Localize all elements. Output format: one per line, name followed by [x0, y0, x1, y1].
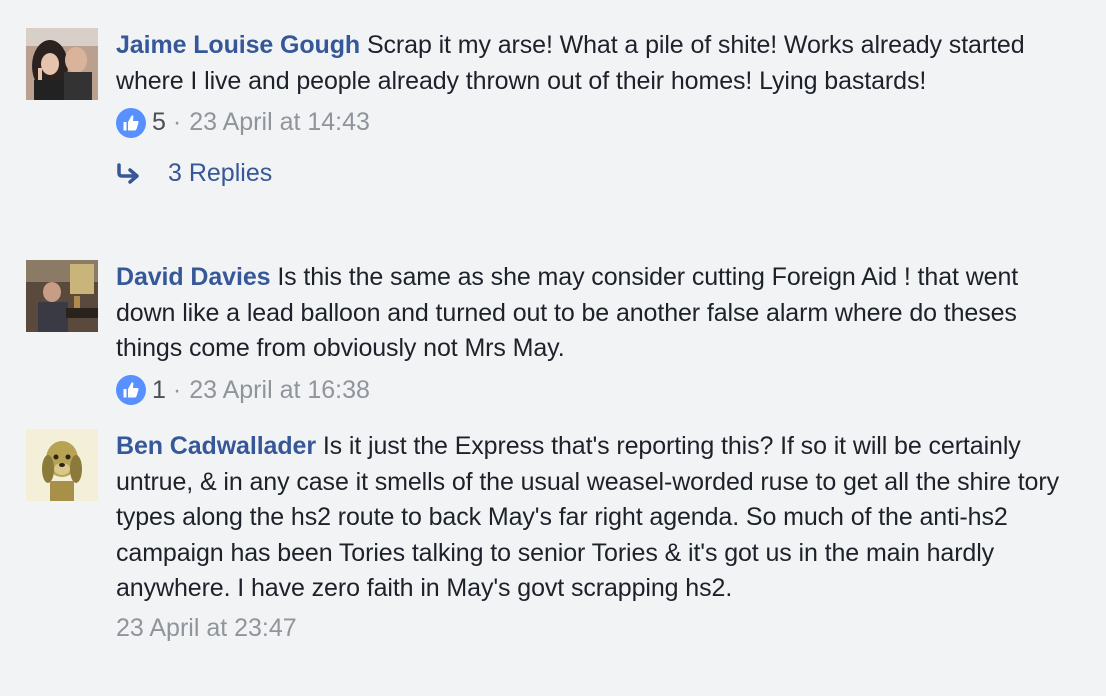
comment-author-link[interactable]: Jaime Louise Gough — [116, 31, 360, 59]
comment-text-block: David Davies Is this the same as she may… — [116, 260, 1076, 367]
like-icon[interactable] — [116, 375, 146, 405]
avatar-photo — [26, 260, 98, 332]
separator-dot: · — [172, 108, 182, 136]
avatar-photo — [26, 28, 98, 100]
thumbs-up-icon — [123, 114, 139, 130]
reply-arrow-icon — [116, 162, 152, 185]
comment-timestamp[interactable]: 23 April at 23:47 — [116, 611, 297, 646]
separator-dot: · — [172, 375, 182, 404]
replies-count-label[interactable]: 3 Replies — [168, 159, 272, 188]
comment-meta: 5 · 23 April at 14:43 — [116, 105, 1076, 140]
avatar[interactable] — [26, 28, 98, 100]
comment-timestamp[interactable]: 23 April at 16:38 — [189, 373, 370, 408]
avatar[interactable] — [26, 260, 98, 332]
avatar[interactable] — [26, 429, 98, 501]
comment-meta: 1 · 23 April at 16:38 — [116, 373, 1076, 408]
view-replies-link[interactable]: 3 Replies — [116, 159, 1076, 188]
comment-text-block: Jaime Louise Gough Scrap it my arse! Wha… — [116, 28, 1076, 99]
comment-author-link[interactable]: David Davies — [116, 263, 271, 291]
like-count[interactable]: 5 — [152, 105, 166, 140]
comment-timestamp[interactable]: 23 April at 14:43 — [189, 105, 370, 140]
like-count[interactable]: 1 — [152, 373, 166, 408]
comment-author-link[interactable]: Ben Cadwallader — [116, 432, 316, 460]
avatar-photo — [26, 429, 98, 501]
comment-meta: 23 April at 23:47 — [116, 611, 1076, 646]
like-icon[interactable] — [116, 107, 146, 138]
thumbs-up-icon — [123, 382, 139, 398]
comment-text-block: Ben Cadwallader Is it just the Express t… — [116, 429, 1076, 607]
